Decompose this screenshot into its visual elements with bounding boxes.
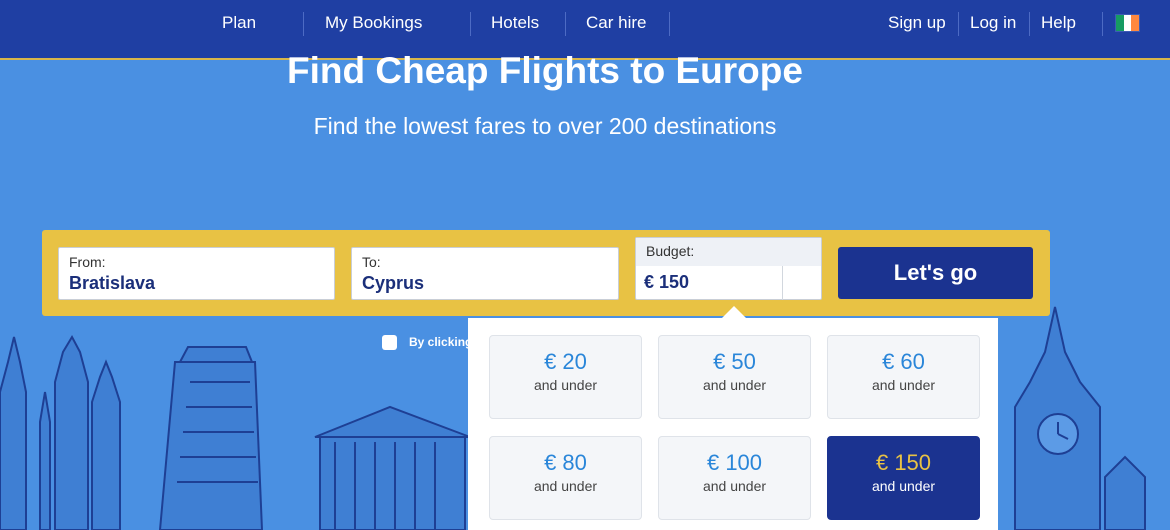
budget-option-note: and under [702, 478, 767, 494]
to-label: To: [362, 254, 381, 270]
budget-option-60[interactable]: € 60 and under [827, 335, 980, 419]
lets-go-button[interactable]: Let's go [838, 247, 1033, 299]
log-in-link[interactable]: Log in [970, 0, 1016, 46]
nav-separator [303, 12, 304, 36]
budget-option-note: and under [533, 478, 598, 494]
budget-option-note: and under [871, 377, 936, 393]
budget-option-80[interactable]: € 80 and under [489, 436, 642, 520]
leaning-tower-icon [158, 361, 264, 530]
budget-option-50[interactable]: € 50 and under [658, 335, 811, 419]
nav-separator [1102, 12, 1103, 36]
help-link[interactable]: Help [1041, 0, 1076, 46]
budget-divider [782, 266, 783, 300]
terms-checkbox-label: By clicking [409, 335, 473, 349]
budget-option-100[interactable]: € 100 and under [658, 436, 811, 520]
nav-separator [1029, 12, 1030, 36]
from-field[interactable]: From: Bratislava [58, 247, 335, 300]
budget-header: Budget: [636, 238, 821, 266]
temple-icon [319, 436, 466, 530]
spire-icon [39, 391, 51, 530]
nav-my-bookings-link[interactable]: My Bookings [325, 0, 422, 46]
terms-checkbox[interactable] [382, 335, 397, 350]
page-title: Find Cheap Flights to Europe [287, 50, 803, 91]
nav-plan-link[interactable]: Plan [222, 0, 256, 46]
budget-option-price: € 20 [544, 349, 587, 374]
budget-option-price: € 50 [713, 349, 756, 374]
nav-separator [565, 12, 566, 36]
to-value: Cyprus [362, 273, 425, 293]
nav-separator [669, 12, 670, 36]
ireland-flag-icon[interactable] [1115, 14, 1140, 32]
budget-label: Budget: [646, 243, 695, 259]
budget-option-price: € 60 [882, 349, 925, 374]
budget-option-20[interactable]: € 20 and under [489, 335, 642, 419]
budget-option-price: € 100 [706, 450, 763, 475]
budget-field[interactable]: Budget: € 150 [635, 237, 822, 300]
spire-icon [0, 336, 27, 530]
from-label: From: [69, 254, 106, 270]
dropdown-pointer [722, 306, 746, 318]
budget-option-price: € 150 [875, 450, 932, 475]
nav-hotels-link[interactable]: Hotels [491, 0, 539, 46]
page-subtitle: Find the lowest fares to over 200 destin… [313, 113, 777, 139]
budget-option-note: and under [871, 478, 936, 494]
budget-option-price: € 80 [544, 450, 587, 475]
spire-icon [54, 334, 89, 530]
nav-separator [958, 12, 959, 36]
to-field[interactable]: To: Cyprus [351, 247, 619, 300]
sign-up-link[interactable]: Sign up [888, 0, 946, 46]
budget-value: € 150 [644, 272, 690, 292]
budget-option-note: and under [533, 377, 598, 393]
from-value: Bratislava [69, 273, 156, 293]
budget-option-150-selected[interactable]: € 150 and under [827, 436, 980, 520]
nav-separator [470, 12, 471, 36]
budget-option-note: and under [702, 377, 767, 393]
spire-icon [91, 359, 121, 530]
nav-car-hire-link[interactable]: Car hire [586, 0, 646, 46]
